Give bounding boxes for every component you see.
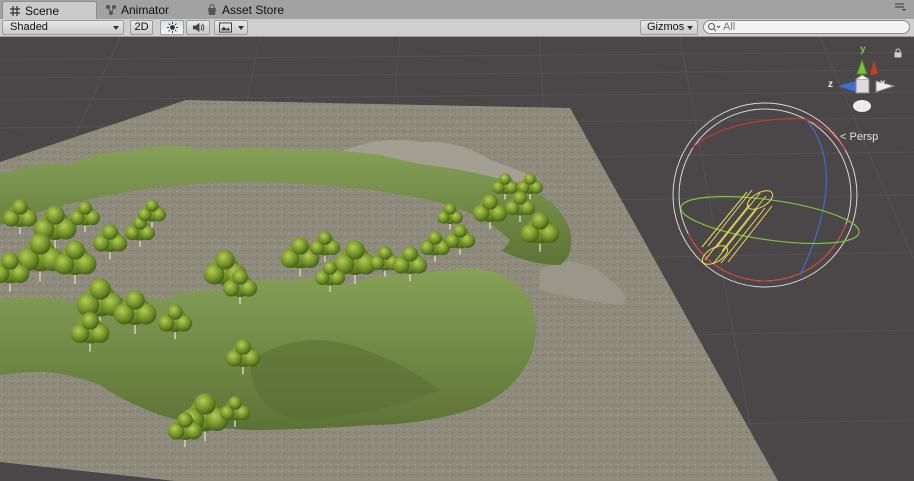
tree-canopy <box>194 393 216 415</box>
tree-canopy <box>235 339 251 355</box>
lock-icon[interactable] <box>893 48 903 58</box>
projection-label[interactable]: < Persp <box>840 131 878 143</box>
tree-canopy <box>513 191 527 205</box>
tab-menu-icon[interactable] <box>894 2 906 12</box>
chevron-down-icon <box>687 26 693 30</box>
tree-canopy <box>215 250 235 270</box>
gizmos-dropdown[interactable]: Gizmos <box>640 20 698 35</box>
tree-canopy <box>499 173 511 185</box>
tree-canopy <box>12 199 28 215</box>
tree-canopy <box>228 396 242 410</box>
chevron-down-icon <box>238 26 244 30</box>
tree-canopy <box>482 194 498 210</box>
tree-canopy <box>177 412 193 428</box>
toggle-2d-label: 2D <box>134 21 149 33</box>
axis-label-z: z <box>828 79 833 90</box>
tab-scene[interactable]: Scene <box>2 1 97 19</box>
projection-text: Persp <box>849 131 879 143</box>
tree-canopy <box>65 240 85 260</box>
speaker-icon <box>192 22 205 33</box>
tree-canopy <box>524 173 536 185</box>
tree-canopy <box>167 304 183 320</box>
animator-icon <box>106 5 116 15</box>
scene-toolbar: Shaded 2D Gizmos All <box>0 19 914 37</box>
draw-mode-dropdown[interactable]: Shaded <box>2 20 124 35</box>
effects-dropdown[interactable] <box>214 20 248 35</box>
tree-canopy <box>81 312 99 330</box>
search-icon <box>708 23 721 32</box>
audio-toggle-button[interactable] <box>186 20 210 35</box>
search-placeholder: All <box>723 21 736 33</box>
scene-viewport[interactable]: y z x < Persp <box>0 37 914 481</box>
tree-canopy <box>323 261 337 275</box>
tree-canopy <box>1 252 19 270</box>
tree-canopy <box>345 240 365 260</box>
tab-label: Scene <box>25 4 60 18</box>
tree-canopy <box>102 224 118 240</box>
search-input[interactable]: All <box>703 20 910 34</box>
tree-canopy <box>89 278 111 300</box>
scene-render <box>0 37 914 481</box>
tree-canopy <box>444 203 456 215</box>
tree-canopy <box>453 224 467 238</box>
image-icon <box>219 22 232 33</box>
lighting-toggle-button[interactable] <box>160 20 184 35</box>
tree-canopy <box>428 231 442 245</box>
tree-canopy <box>29 233 51 255</box>
tree-canopy <box>45 205 65 225</box>
tree-canopy <box>125 290 145 310</box>
store-icon <box>208 4 216 15</box>
tab-label: Animator <box>121 3 170 17</box>
tree-canopy <box>402 246 418 262</box>
draw-mode-label: Shaded <box>10 21 48 33</box>
tree-canopy <box>232 269 248 285</box>
tab-bar: Scene Animator Asset Store <box>0 0 914 20</box>
toggle-2d-button[interactable]: 2D <box>130 20 153 35</box>
tab-label: Asset Store <box>222 3 285 17</box>
tree-canopy <box>291 237 309 255</box>
tab-asset-store[interactable]: Asset Store <box>200 1 310 19</box>
tree-canopy <box>531 212 549 230</box>
gizmos-label: Gizmos <box>647 21 685 33</box>
tree-canopy <box>318 231 332 245</box>
camera-gizmo-sphere <box>672 102 860 288</box>
tree-canopy <box>145 199 159 212</box>
sun-icon <box>166 21 179 34</box>
tree-canopy <box>78 201 92 215</box>
chevron-left-icon: < <box>840 131 847 143</box>
chevron-down-icon <box>113 26 119 30</box>
axis-label-y: y <box>860 44 866 55</box>
tab-animator[interactable]: Animator <box>99 1 199 19</box>
tree-canopy <box>378 246 392 260</box>
axis-label-x: x <box>880 78 886 89</box>
grid-icon <box>10 6 20 16</box>
